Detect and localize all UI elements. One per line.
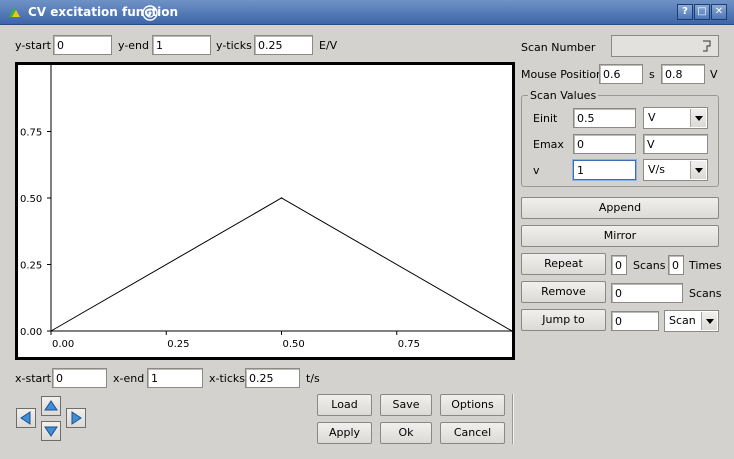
scroll-up-button[interactable] bbox=[41, 396, 61, 416]
repeat-times-input[interactable] bbox=[668, 255, 684, 275]
title-bar[interactable]: CV excitation function ? □ ✕ bbox=[0, 0, 734, 25]
maximize-button[interactable]: □ bbox=[694, 4, 710, 20]
mirror-button[interactable]: Mirror bbox=[521, 225, 719, 247]
plot-canvas: 0.00 0.25 0.50 0.75 0.00 0.25 0.50 0.75 bbox=[20, 65, 512, 350]
emax-input[interactable] bbox=[573, 134, 636, 154]
einit-input[interactable] bbox=[573, 108, 636, 128]
y-start-label: y-start bbox=[15, 39, 51, 52]
y-start-input[interactable] bbox=[53, 35, 112, 55]
repeat-button[interactable]: Repeat bbox=[521, 253, 606, 275]
scroll-down-button[interactable] bbox=[41, 421, 61, 441]
scroll-right-button[interactable] bbox=[66, 408, 86, 428]
arrow-left-icon bbox=[20, 411, 31, 425]
remove-input[interactable] bbox=[611, 283, 683, 303]
options-button[interactable]: Options bbox=[440, 394, 505, 416]
x-start-input[interactable] bbox=[52, 368, 107, 388]
save-button[interactable]: Save bbox=[380, 394, 432, 416]
mouse-y-unit: V bbox=[710, 68, 718, 81]
x-ticks-input[interactable] bbox=[245, 368, 300, 388]
y-tick-label: 0.00 bbox=[20, 327, 42, 338]
jump-input[interactable] bbox=[611, 311, 659, 331]
y-ticks-label: y-ticks bbox=[216, 39, 252, 52]
scan-values-title: Scan Values bbox=[528, 89, 599, 102]
remove-button[interactable]: Remove bbox=[521, 281, 606, 303]
x-unit-label: t/s bbox=[306, 372, 320, 385]
repeat-times-label: Times bbox=[689, 259, 722, 272]
y-end-label: y-end bbox=[118, 39, 150, 52]
x-tick-label: 0.50 bbox=[283, 339, 305, 350]
v-input[interactable] bbox=[573, 160, 636, 180]
einit-label: Einit bbox=[533, 112, 558, 125]
scroll-left-button[interactable] bbox=[16, 408, 36, 428]
y-tick-label: 0.75 bbox=[20, 128, 42, 139]
cancel-button[interactable]: Cancel bbox=[440, 422, 505, 444]
excitation-plot[interactable]: 0.00 0.25 0.50 0.75 0.00 0.25 0.50 0.75 bbox=[15, 62, 515, 360]
arrow-down-icon bbox=[44, 426, 58, 437]
emax-label: Emax bbox=[533, 138, 564, 151]
data-point bbox=[50, 330, 52, 332]
apply-button[interactable]: Apply bbox=[317, 422, 372, 444]
x-start-label: x-start bbox=[15, 372, 52, 385]
jump-to-button[interactable]: Jump to bbox=[521, 309, 606, 331]
mouse-y-input[interactable] bbox=[661, 64, 705, 84]
x-tick-label: 0.00 bbox=[52, 339, 74, 350]
x-tick-label: 0.75 bbox=[398, 339, 420, 350]
scan-number-label: Scan Number bbox=[521, 41, 596, 54]
emax-unit-input[interactable] bbox=[643, 134, 708, 154]
mouse-x-input[interactable] bbox=[599, 64, 643, 84]
swirl-icon bbox=[142, 5, 158, 21]
x-end-input[interactable] bbox=[147, 368, 203, 388]
einit-unit-value: V bbox=[648, 111, 656, 124]
data-point bbox=[280, 197, 283, 199]
jump-unit-select[interactable]: Scan bbox=[664, 310, 719, 332]
close-button[interactable]: ✕ bbox=[711, 4, 727, 20]
remove-scans-label: Scans bbox=[689, 287, 722, 300]
v-label: v bbox=[533, 164, 540, 177]
x-ticks-label: x-ticks bbox=[209, 372, 245, 385]
arrow-up-icon bbox=[44, 400, 58, 411]
chevron-down-icon bbox=[690, 109, 706, 127]
repeat-scans-input[interactable] bbox=[611, 255, 627, 275]
x-tick-label: 0.25 bbox=[167, 339, 189, 350]
ok-button[interactable]: Ok bbox=[380, 422, 432, 444]
einit-unit-select[interactable]: V bbox=[643, 107, 708, 129]
scan-number-display bbox=[611, 35, 719, 57]
chevron-down-icon bbox=[690, 161, 706, 179]
y-unit-label: E/V bbox=[319, 39, 338, 52]
y-end-input[interactable] bbox=[152, 35, 211, 55]
y-tick-label: 0.50 bbox=[20, 194, 42, 205]
arrow-right-icon bbox=[71, 411, 82, 425]
v-unit-select[interactable]: V/s bbox=[643, 159, 708, 181]
x-end-label: x-end bbox=[113, 372, 145, 385]
v-unit-value: V/s bbox=[648, 163, 665, 176]
y-ticks-input[interactable] bbox=[254, 35, 313, 55]
append-button[interactable]: Append bbox=[521, 197, 719, 219]
separator bbox=[512, 394, 514, 444]
jump-unit-value: Scan bbox=[669, 314, 696, 327]
series-line bbox=[50, 197, 512, 332]
mouse-x-unit: s bbox=[649, 68, 655, 81]
help-button[interactable]: ? bbox=[677, 4, 693, 20]
app-icon bbox=[9, 7, 20, 17]
mouse-position-label: Mouse Position bbox=[521, 68, 604, 81]
spinner-icon bbox=[703, 40, 711, 52]
load-button[interactable]: Load bbox=[317, 394, 372, 416]
repeat-scans-label: Scans bbox=[633, 259, 666, 272]
chevron-down-icon bbox=[701, 312, 717, 330]
y-tick-label: 0.25 bbox=[20, 261, 42, 272]
